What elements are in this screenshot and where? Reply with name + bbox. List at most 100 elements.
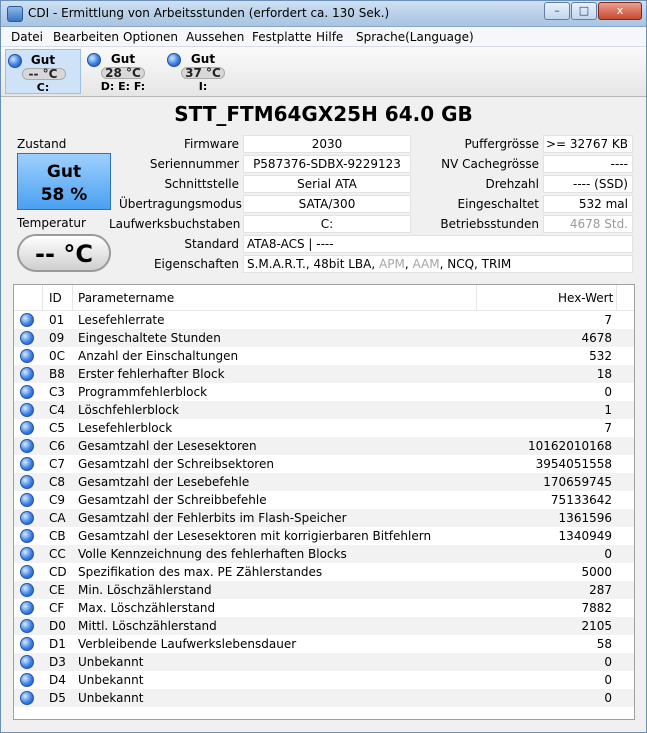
table-row[interactable]: C6 Gesamtzahl der Lesesektoren 10162010168 [14, 437, 634, 455]
attribute-raw-value: 170659745 [543, 475, 612, 489]
status-dot-icon [20, 367, 34, 381]
app-icon [7, 6, 23, 22]
smart-table[interactable]: ID Parametername Hex-Wert 01 Lesefehlerra… [13, 284, 635, 720]
transfer-label: Übertragungsmodus [119, 197, 242, 211]
close-button[interactable]: x [598, 2, 642, 20]
attribute-raw-value: 7882 [581, 601, 612, 615]
attribute-name: Spezifikation des max. PE Zählerstandes [78, 565, 323, 579]
column-separator [616, 285, 617, 311]
status-dot-icon [20, 655, 34, 669]
table-row[interactable]: 0C Anzahl der Einschaltungen 532 [14, 347, 634, 365]
attribute-raw-value: 1340949 [558, 529, 612, 543]
menu-festplatte[interactable]: Festplatte [252, 30, 312, 44]
attribute-name: Gesamtzahl der Lesesektoren [78, 439, 257, 453]
table-row[interactable]: CD Spezifikation des max. PE Zählerstande… [14, 563, 634, 581]
table-row[interactable]: D3 Unbekannt 0 [14, 653, 634, 671]
column-header-raw[interactable]: Hex-Wert [558, 291, 613, 305]
attribute-id: CA [49, 511, 66, 525]
title-bar[interactable]: CDI - Ermittlung von Arbeitsstunden (erf… [1, 1, 646, 27]
menu-datei[interactable]: Datei [11, 30, 43, 44]
attribute-raw-value: 58 [596, 637, 612, 651]
attribute-id: D4 [49, 673, 66, 687]
table-row[interactable]: D1 Verbleibende Laufwerkslebensdauer 58 [14, 635, 634, 653]
status-dot-icon [20, 313, 34, 327]
drive-status: Gut [110, 52, 136, 66]
attribute-name: Gesamtzahl der Lesebefehle [78, 475, 250, 489]
attribute-name: Lesefehlerrate [78, 313, 165, 327]
drive-letters: I: [198, 80, 208, 93]
table-row[interactable]: D0 Mittl. Löschzählerstand 2105 [14, 617, 634, 635]
attribute-name: Min. Löschzählerstand [78, 583, 212, 597]
attribute-name: Max. Löschzählerstand [78, 601, 216, 615]
feature-aam: AAM [412, 257, 440, 271]
poweron-count-label: Eingeschaltet [457, 197, 539, 211]
drive-tab-c[interactable]: Gut -- °C C: [5, 49, 81, 94]
column-separator [72, 285, 73, 311]
column-header-id[interactable]: ID [49, 291, 62, 305]
table-row[interactable]: D4 Unbekannt 0 [14, 671, 634, 689]
attribute-raw-value: 3954051558 [535, 457, 612, 471]
attribute-id: C4 [49, 403, 66, 417]
attribute-id: CD [49, 565, 67, 579]
table-row[interactable]: CB Gesamtzahl der Lesesektoren mit korrig… [14, 527, 634, 545]
table-row[interactable]: C9 Gesamtzahl der Schreibbefehle 75133642 [14, 491, 634, 509]
feature-48bit-lba: 48bit LBA [313, 257, 372, 271]
table-row[interactable]: B8 Erster fehlerhafter Block 18 [14, 365, 634, 383]
drive-status: Gut [30, 53, 56, 67]
attribute-id: C6 [49, 439, 66, 453]
model-title: STT_FTM64GX25H 64.0 GB [174, 102, 473, 126]
attribute-name: Programmfehlerblock [78, 385, 208, 399]
table-row[interactable]: CE Min. Löschzählerstand 287 [14, 581, 634, 599]
menu-hilfe[interactable]: Hilfe [316, 30, 343, 44]
feature-ncq: NCQ [447, 257, 475, 271]
table-row[interactable]: C3 Programmfehlerblock 0 [14, 383, 634, 401]
minimize-button[interactable]: – [544, 2, 570, 20]
attribute-raw-value: 4678 [581, 331, 612, 345]
attribute-raw-value: 0 [604, 385, 612, 399]
attribute-raw-value: 0 [604, 655, 612, 669]
feature-smart: S.M.A.R.T. [247, 257, 306, 271]
attribute-id: D3 [49, 655, 66, 669]
menu-aussehen[interactable]: Aussehen [186, 30, 244, 44]
health-status-box[interactable]: Gut 58 % [17, 153, 111, 210]
status-dot-icon [20, 349, 34, 363]
status-dot-icon [20, 493, 34, 507]
attribute-name: Unbekannt [78, 655, 144, 669]
table-row[interactable]: C4 Löschfehlerblock 1 [14, 401, 634, 419]
table-row[interactable]: C7 Gesamtzahl der Schreibsektoren 39540515… [14, 455, 634, 473]
attribute-name: Lesefehlerblock [78, 421, 173, 435]
menu-optionen[interactable]: Optionen [123, 30, 178, 44]
maximize-button[interactable]: □ [571, 2, 597, 20]
attribute-name: Volle Kennzeichnung des fehlerhaften Blo… [78, 547, 347, 561]
table-row[interactable]: D5 Unbekannt 0 [14, 689, 634, 707]
table-row[interactable]: C5 Lesefehlerblock 7 [14, 419, 634, 437]
temperature-label: Temperatur [17, 216, 86, 230]
poweron-hours-value: 4678 Std. [543, 215, 633, 233]
drive-tab-i[interactable]: Gut 37 °C I: [165, 49, 241, 94]
attribute-name: Löschfehlerblock [78, 403, 179, 417]
features-label: Eigenschaften [153, 257, 239, 271]
health-label: Zustand [17, 137, 67, 151]
table-row[interactable]: 01 Lesefehlerrate 7 [14, 311, 634, 329]
table-row[interactable]: CF Max. Löschzählerstand 7882 [14, 599, 634, 617]
health-percent: 58 % [40, 185, 88, 205]
column-header-name[interactable]: Parametername [78, 291, 174, 305]
table-row[interactable]: CA Gesamtzahl der Fehlerbits im Flash-Spe… [14, 509, 634, 527]
drive-letters: C: [36, 81, 50, 94]
attribute-raw-value: 7 [604, 421, 612, 435]
attribute-raw-value: 287 [589, 583, 612, 597]
drive-temp: 28 °C [105, 66, 141, 80]
table-row[interactable]: 09 Eingeschaltete Stunden 4678 [14, 329, 634, 347]
drive-tab-def[interactable]: Gut 28 °C D: E: F: [85, 49, 161, 94]
buffer-label: Puffergrösse [464, 137, 539, 151]
attribute-name: Unbekannt [78, 691, 144, 705]
menu-bearbeiten[interactable]: Bearbeiten [53, 30, 119, 44]
table-row[interactable]: C8 Gesamtzahl der Lesebefehle 170659745 [14, 473, 634, 491]
menu-sprache[interactable]: Sprache(Language) [356, 30, 474, 44]
status-dot-icon [20, 457, 34, 471]
table-row[interactable]: CC Volle Kennzeichnung des fehlerhaften B… [14, 545, 634, 563]
table-header: ID Parametername Hex-Wert [14, 285, 634, 311]
attribute-raw-value: 532 [589, 349, 612, 363]
status-dot-icon [20, 619, 34, 633]
attribute-raw-value: 2105 [581, 619, 612, 633]
